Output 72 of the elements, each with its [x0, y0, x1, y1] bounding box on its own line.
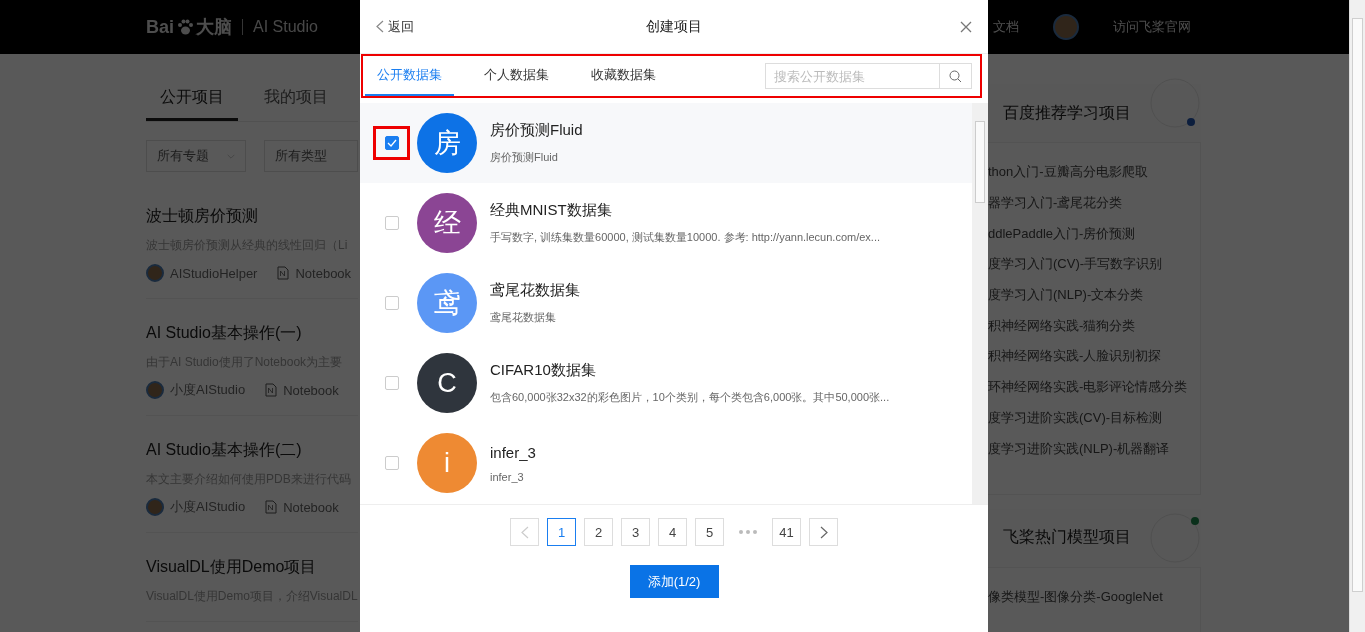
document-icon [265, 383, 278, 397]
page-button[interactable]: 1 [547, 518, 576, 546]
dataset-description: 房价预测Fluid [490, 150, 559, 165]
project-title[interactable]: AI Studio基本操作(一) [146, 323, 358, 344]
page-button[interactable]: 2 [584, 518, 613, 546]
page-scrollbar[interactable] [1349, 0, 1365, 632]
official-site-link[interactable]: 访问飞桨官网 [1113, 18, 1191, 36]
author-avatar [146, 381, 164, 399]
list-scrollbar[interactable] [972, 103, 988, 504]
project-title[interactable]: VisualDL使用Demo项目 [146, 557, 358, 578]
dataset-avatar: i [417, 433, 477, 493]
checkbox[interactable] [384, 216, 399, 230]
dataset-description: 手写数字, 训练集数量60000, 测试集数量10000. 参考: http://yann.lecun.com/ex... [490, 230, 881, 245]
dataset-title: 鸢尾花数据集 [490, 281, 580, 300]
dataset-title: 房价预测Fluid [490, 121, 583, 140]
checkbox[interactable] [384, 376, 399, 390]
dialog-title: 创建项目 [646, 17, 702, 34]
card-title: 飞桨热门模型项目 [1003, 527, 1131, 548]
dataset-avatar: 经 [417, 193, 477, 253]
dataset-description: 鸢尾花数据集 [490, 310, 557, 325]
add-button[interactable]: 添加(1/2) [629, 565, 719, 598]
ellipsis-icon [738, 529, 758, 535]
project-title[interactable]: 波士顿房价预测 [146, 206, 358, 227]
recommend-link[interactable]: 度学习进阶实践(CV)-目标检测 [988, 402, 1200, 434]
dataset-avatar: 房 [417, 113, 477, 173]
page-button[interactable]: 41 [772, 518, 801, 546]
checkbox[interactable] [384, 136, 399, 150]
back-button[interactable]: 返回 [376, 17, 414, 36]
recommend-link[interactable]: 度学习进阶实践(NLP)-机器翻译 [988, 433, 1200, 464]
page-button[interactable]: 3 [621, 518, 650, 546]
card-title: 百度推荐学习项目 [1003, 102, 1131, 123]
back-chevron-icon [376, 20, 384, 33]
dataset-title: infer_3 [490, 443, 536, 461]
previous-page-button[interactable] [510, 518, 539, 546]
recommend-link[interactable]: 积神经网络实践-人脸识别初探 [988, 341, 1200, 372]
docs-link[interactable]: 文档 [993, 18, 1019, 36]
chevron-right-icon [819, 525, 828, 539]
dataset-row[interactable]: 房 房价预测Fluid 房价预测Fluid [360, 103, 972, 183]
dataset-description: infer_3 [490, 470, 525, 483]
author-avatar [146, 498, 164, 516]
close-icon [960, 20, 972, 33]
dataset-tab[interactable]: 公开数据集 [365, 56, 454, 96]
close-button[interactable] [960, 20, 972, 33]
document-icon [265, 500, 278, 514]
dataset-tab[interactable]: 个人数据集 [472, 56, 561, 96]
next-page-button[interactable] [809, 518, 838, 546]
search-button[interactable] [939, 63, 972, 89]
dataset-avatar: C [417, 353, 477, 413]
dataset-avatar: 鸢 [417, 273, 477, 333]
dataset-tab[interactable]: 收藏数据集 [579, 56, 668, 96]
logo-text: Bai [146, 16, 174, 38]
dataset-title: CIFAR10数据集 [490, 361, 597, 380]
search-icon [949, 69, 962, 83]
paw-icon [176, 18, 194, 36]
user-avatar[interactable] [1053, 14, 1079, 40]
recommend-link[interactable]: 环神经网络实践-电影评论情感分类 [988, 371, 1200, 403]
page-button[interactable]: 5 [695, 518, 724, 546]
chevron-left-icon [520, 525, 529, 539]
dataset-title: 经典MNIST数据集 [490, 201, 613, 220]
product-name: AI Studio [253, 18, 318, 36]
checkbox[interactable] [384, 456, 399, 470]
author-avatar [146, 264, 164, 282]
checkbox[interactable] [384, 296, 399, 310]
page-button[interactable]: 4 [658, 518, 687, 546]
project-title[interactable]: AI Studio基本操作(二) [146, 440, 358, 461]
filter-select[interactable]: 所有类型 [264, 140, 358, 172]
document-icon [277, 266, 290, 280]
recommend-link[interactable]: 积神经网络实践-猫狗分类 [988, 310, 1200, 342]
dataset-description: 包含60,000张32x32的彩色图片，10个类别，每个类包含6,000张。其中50,000张... [490, 390, 890, 405]
logo-text: 大脑 [196, 16, 232, 39]
search-field[interactable]: 搜索公开数据集 [765, 63, 939, 89]
project-tab[interactable]: 公开项目 [146, 80, 238, 121]
